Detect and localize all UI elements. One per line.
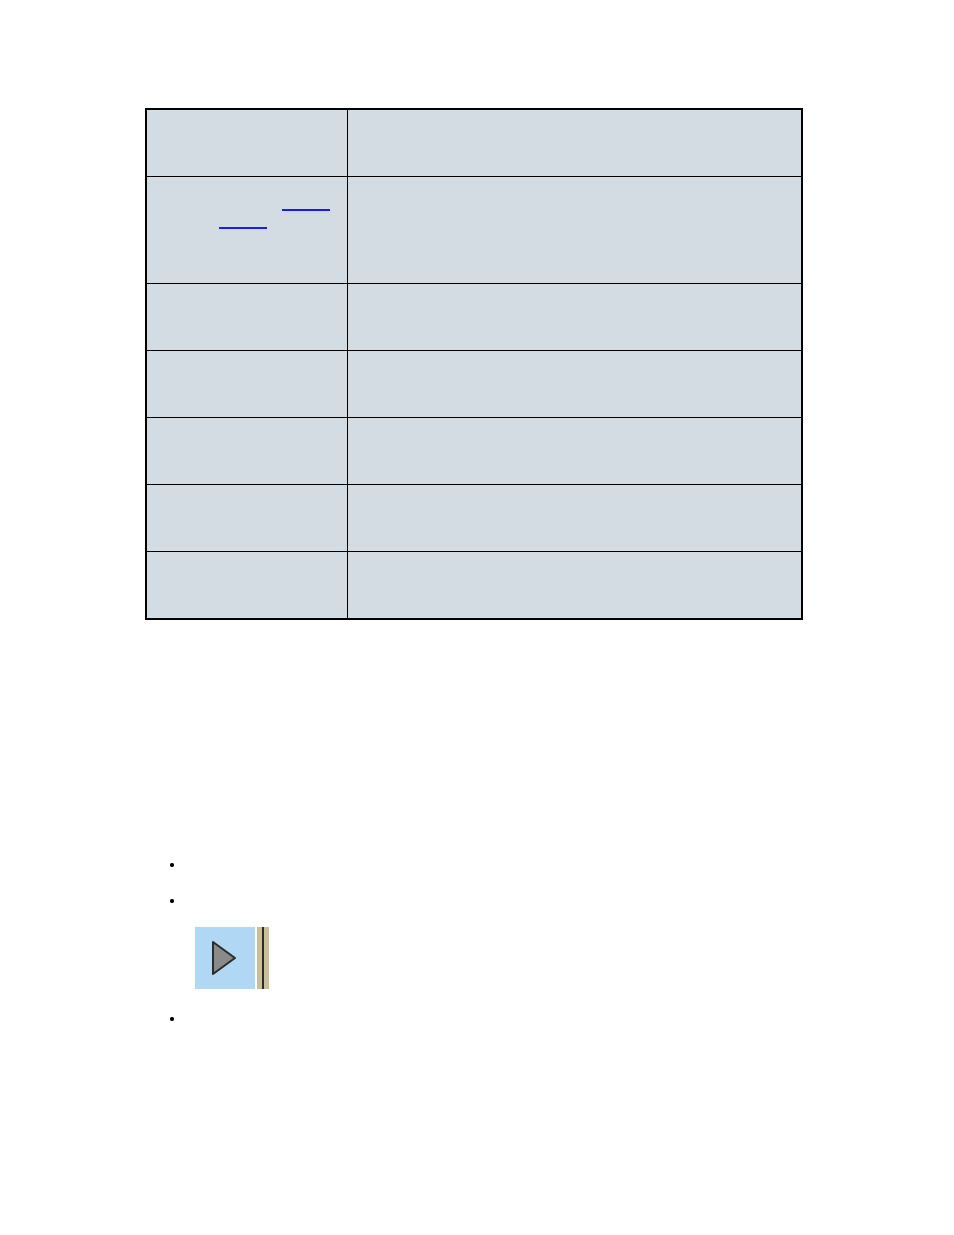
table-cell-right: [348, 109, 803, 177]
table-cell-left: [146, 177, 348, 284]
link-underline-icon: [219, 227, 267, 229]
table-cell-left: [146, 351, 348, 418]
table-cell-left: [146, 109, 348, 177]
table-cell-right: [348, 351, 803, 418]
bullet-list: [165, 1009, 803, 1027]
page-content: [145, 108, 803, 1046]
table-row: [146, 351, 802, 418]
table-row: [146, 177, 802, 284]
go-to-end-icon[interactable]: [195, 927, 271, 989]
link-underline-group: [157, 227, 337, 247]
bullet-list: [165, 855, 803, 909]
table-cell-right: [348, 177, 803, 284]
table-row: [146, 109, 802, 177]
table-row: [146, 485, 802, 552]
table-cell-right: [348, 284, 803, 351]
list-item: [185, 1009, 803, 1027]
table-cell-left: [146, 418, 348, 485]
bullet-section: [165, 855, 803, 1028]
list-item: [185, 855, 803, 873]
icon-wrap: [195, 927, 803, 989]
table-row: [146, 418, 802, 485]
list-item: [185, 891, 803, 909]
table-cell-right: [348, 552, 803, 620]
table-cell-right: [348, 418, 803, 485]
table-row: [146, 552, 802, 620]
table-cell-left: [146, 284, 348, 351]
table-cell-right: [348, 485, 803, 552]
table-row: [146, 284, 802, 351]
table-cell-left: [146, 552, 348, 620]
link-underline-icon: [282, 209, 330, 211]
table-cell-left: [146, 485, 348, 552]
parameter-table: [145, 108, 803, 620]
